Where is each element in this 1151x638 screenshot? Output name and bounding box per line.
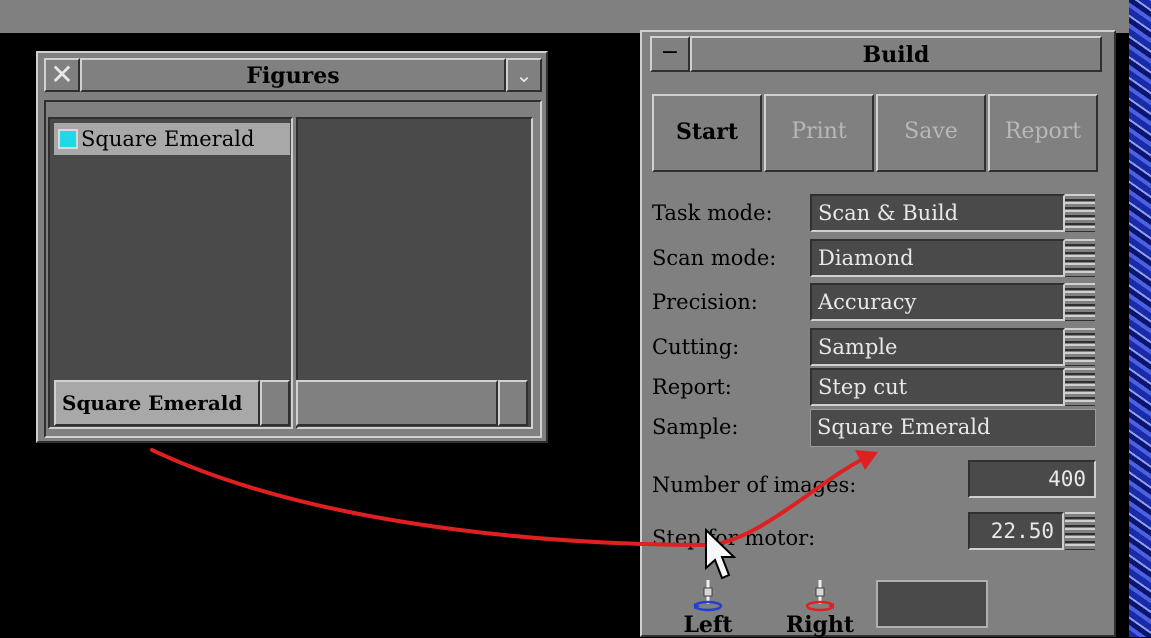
top-bar (0, 0, 1129, 33)
report-select[interactable]: Step cut (810, 368, 1065, 406)
list-item[interactable]: Square Emerald (54, 123, 290, 155)
color-swatch-icon (58, 128, 78, 149)
report-menu-icon[interactable] (1065, 368, 1095, 406)
task-mode-select[interactable]: Scan & Build (810, 194, 1065, 232)
motor-right-label: Right (785, 612, 855, 638)
task-mode-menu-icon[interactable] (1065, 194, 1095, 232)
list-item-label: Square Emerald (81, 127, 255, 151)
selected-figure-button[interactable] (260, 380, 290, 426)
step-for-motor-menu-icon[interactable] (1065, 512, 1095, 550)
save-button[interactable]: Save (876, 94, 986, 172)
step-for-motor-input[interactable]: 22.50 (968, 512, 1064, 550)
cutting-label: Cutting: (652, 335, 740, 359)
task-mode-label: Task mode: (652, 201, 773, 225)
number-of-images-input[interactable]: 400 (968, 460, 1096, 498)
desktop-wallpaper-strip (1129, 0, 1151, 637)
scan-mode-menu-icon[interactable] (1065, 239, 1095, 277)
figures-title: Figures (80, 58, 506, 92)
number-of-images-label: Number of images: (652, 473, 857, 497)
motor-left-button[interactable]: Left (668, 578, 748, 638)
rotate-right-icon (805, 580, 835, 612)
precision-select[interactable]: Accuracy (810, 283, 1065, 321)
figures-titlebar: ✕ Figures ⌄ (44, 58, 542, 92)
step-for-motor-label: Step for motor: (652, 526, 816, 550)
scan-mode-label: Scan mode: (652, 246, 777, 270)
rotate-left-icon (693, 580, 723, 612)
figures-window: ✕ Figures ⌄ Square Emerald Square Emeral… (36, 51, 548, 443)
precision-label: Precision: (652, 290, 758, 314)
selected-figure-field[interactable]: Square Emerald (54, 380, 260, 426)
build-panel: − Build Start Print Save Report Task mod… (640, 30, 1116, 638)
chevron-down-icon[interactable]: ⌄ (506, 58, 542, 92)
sample-label: Sample: (652, 415, 739, 439)
start-button[interactable]: Start (652, 94, 762, 172)
motor-left-label: Left (683, 612, 733, 638)
precision-menu-icon[interactable] (1065, 283, 1095, 321)
scan-mode-select[interactable]: Diamond (810, 239, 1065, 277)
secondary-field[interactable] (296, 380, 498, 426)
build-title: Build (690, 36, 1102, 72)
close-icon[interactable]: ✕ (44, 58, 80, 92)
print-button[interactable]: Print (764, 94, 874, 172)
sample-field: Square Emerald (810, 409, 1096, 447)
motor-preview-box (876, 580, 988, 628)
cutting-select[interactable]: Sample (810, 328, 1065, 366)
cutting-menu-icon[interactable] (1065, 328, 1095, 366)
minimize-button[interactable]: − (650, 36, 690, 72)
report-button[interactable]: Report (988, 94, 1098, 172)
report-label: Report: (652, 375, 732, 399)
motor-right-button[interactable]: Right (780, 578, 860, 638)
secondary-button[interactable] (498, 380, 528, 426)
